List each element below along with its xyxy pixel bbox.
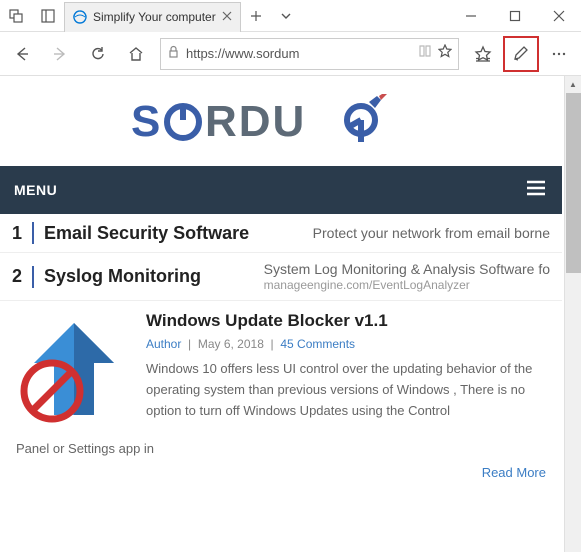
svg-text:S: S bbox=[131, 97, 162, 146]
close-button[interactable] bbox=[537, 0, 581, 32]
address-bar[interactable]: https://www.sordum bbox=[160, 38, 459, 70]
article-top: Windows Update Blocker v1.1 Author | May… bbox=[16, 311, 546, 427]
read-more-row: Read More bbox=[0, 460, 562, 490]
ad-row-1[interactable]: 1 Email Security Software Protect your n… bbox=[0, 214, 562, 253]
minimize-button[interactable] bbox=[449, 0, 493, 32]
ad-description: System Log Monitoring & Analysis Softwar… bbox=[264, 261, 550, 277]
reading-mode-icon[interactable] bbox=[418, 44, 432, 63]
home-button[interactable] bbox=[118, 36, 154, 72]
ad-divider bbox=[32, 222, 34, 244]
scrollbar-thumb[interactable] bbox=[566, 93, 581, 273]
hamburger-icon[interactable] bbox=[524, 176, 548, 205]
ad-number: 2 bbox=[12, 266, 22, 287]
article-thumbnail[interactable] bbox=[16, 311, 132, 427]
site-menu-bar: MENU bbox=[0, 166, 562, 214]
article-excerpt-continuation: Panel or Settings app in bbox=[0, 437, 562, 460]
tab-dropdown-icon[interactable] bbox=[271, 10, 301, 22]
ad-number: 1 bbox=[12, 223, 22, 244]
url-text: https://www.sordum bbox=[186, 46, 299, 61]
window-titlebar: Simplify Your computer bbox=[0, 0, 581, 32]
ad-divider bbox=[32, 266, 34, 288]
new-tab-button[interactable] bbox=[241, 10, 271, 22]
back-button[interactable] bbox=[4, 36, 40, 72]
tab-title: Simplify Your computer bbox=[93, 10, 216, 24]
article-meta: Author | May 6, 2018 | 45 Comments bbox=[146, 337, 546, 351]
tab-close-icon[interactable] bbox=[222, 10, 232, 24]
article-date: May 6, 2018 bbox=[198, 337, 264, 351]
article-block: Windows Update Blocker v1.1 Author | May… bbox=[0, 301, 562, 437]
ad-row-2[interactable]: 2 Syslog Monitoring System Log Monitorin… bbox=[0, 253, 562, 301]
meta-separator: | bbox=[267, 337, 280, 351]
browser-tab[interactable]: Simplify Your computer bbox=[64, 2, 241, 32]
web-note-button-highlighted[interactable] bbox=[503, 36, 539, 72]
ad-description: Protect your network from email borne bbox=[313, 225, 550, 241]
scroll-up-icon[interactable]: ▲ bbox=[565, 76, 581, 93]
svg-text:RDU: RDU bbox=[205, 97, 306, 146]
refresh-button[interactable] bbox=[80, 36, 116, 72]
ad-title: Email Security Software bbox=[44, 223, 249, 244]
page-content: S RDU MENU 1 bbox=[0, 76, 581, 552]
favorites-hub-button[interactable] bbox=[465, 36, 501, 72]
page-viewport: S RDU MENU 1 bbox=[0, 76, 562, 552]
window-controls bbox=[449, 0, 581, 31]
sidebar-icon[interactable] bbox=[32, 0, 64, 32]
article-author-link[interactable]: Author bbox=[146, 337, 181, 351]
article-body: Windows Update Blocker v1.1 Author | May… bbox=[146, 311, 546, 427]
ad-title: Syslog Monitoring bbox=[44, 266, 201, 287]
browser-toolbar: https://www.sordum bbox=[0, 32, 581, 76]
article-comments-link[interactable]: 45 Comments bbox=[280, 337, 355, 351]
more-options-button[interactable] bbox=[541, 36, 577, 72]
article-title[interactable]: Windows Update Blocker v1.1 bbox=[146, 311, 546, 331]
vertical-scrollbar[interactable]: ▲ bbox=[564, 76, 581, 552]
task-view-icon[interactable] bbox=[0, 0, 32, 32]
read-more-link[interactable]: Read More bbox=[482, 465, 546, 480]
ad-subtext: manageengine.com/EventLogAnalyzer bbox=[264, 278, 550, 292]
maximize-button[interactable] bbox=[493, 0, 537, 32]
ad-description-col: System Log Monitoring & Analysis Softwar… bbox=[264, 261, 550, 292]
forward-button[interactable] bbox=[42, 36, 78, 72]
lock-icon bbox=[167, 45, 180, 63]
favorite-star-icon[interactable] bbox=[438, 44, 452, 63]
titlebar-left: Simplify Your computer bbox=[0, 0, 301, 31]
article-excerpt: Windows 10 offers less UI control over t… bbox=[146, 359, 546, 421]
menu-label[interactable]: MENU bbox=[14, 182, 57, 198]
meta-separator: | bbox=[185, 337, 198, 351]
tab-favicon-icon bbox=[73, 10, 87, 24]
site-logo[interactable]: S RDU bbox=[0, 76, 562, 166]
